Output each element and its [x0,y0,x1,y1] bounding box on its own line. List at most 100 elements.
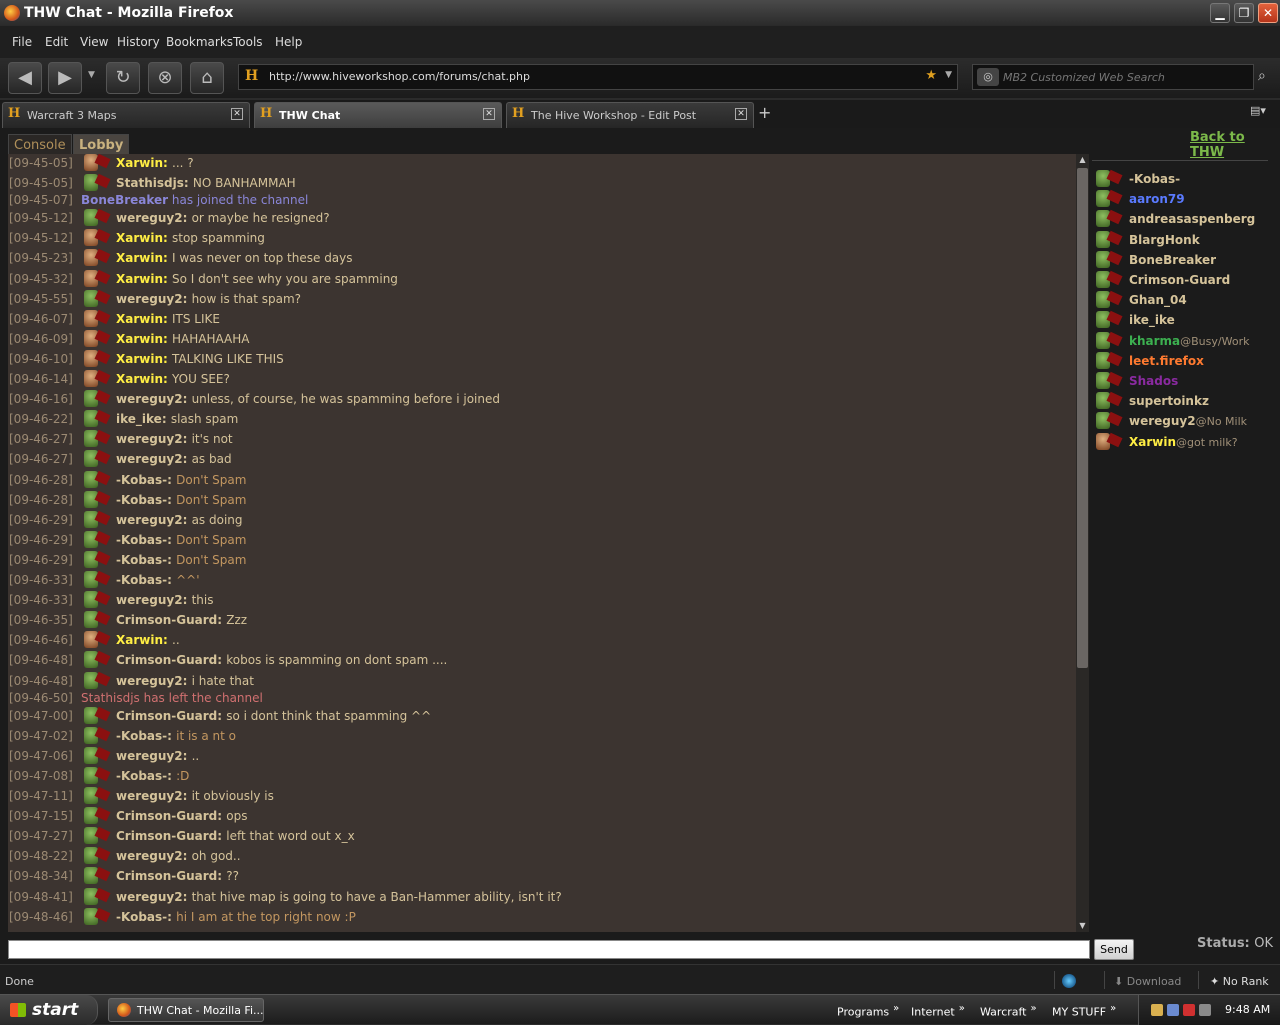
tab-console[interactable]: Console [8,134,72,156]
message-nick[interactable]: -Kobas-: ^^' [116,570,200,590]
maximize-button[interactable]: ❐ [1234,3,1254,23]
home-button[interactable]: ⌂ [190,62,224,94]
tab-close-icon[interactable]: ✕ [735,108,747,120]
menu-help[interactable]: Help [275,35,302,49]
user-list-item[interactable]: andreasaspenberg [1092,209,1268,229]
start-button[interactable]: start [0,995,98,1025]
tab-lobby[interactable]: Lobby [73,134,130,156]
user-list-item[interactable]: ike_ike [1092,310,1268,330]
message-nick[interactable]: Crimson-Guard: ?? [116,866,239,886]
url-dropdown-icon[interactable]: ▼ [945,70,952,80]
user-list-item[interactable]: leet.firefox [1092,351,1268,371]
tab-edit-post[interactable]: H The Hive Workshop - Edit Post ✕ [506,102,754,128]
message-nick[interactable]: -Kobas-: Don't Spam [116,550,246,570]
message-nick[interactable]: wereguy2: as bad [116,449,232,469]
message-nick[interactable]: wereguy2: oh god.. [116,846,241,866]
chat-message-input[interactable] [8,940,1090,959]
message-nick[interactable]: wereguy2: that hive map is going to have… [116,887,562,907]
close-window-button[interactable]: ✕ [1258,3,1278,23]
message-nick[interactable]: Xarwin: YOU SEE? [116,369,230,389]
toolbar-my-stuff[interactable]: MY STUFF» [1052,1003,1116,1019]
message-nick[interactable]: Crimson-Guard: Zzz [116,610,247,630]
user-list-item[interactable]: -Kobas- [1092,169,1268,189]
new-tab-plus-icon[interactable]: + [758,103,771,122]
user-list-item[interactable]: supertoinkz [1092,391,1268,411]
message-nick[interactable]: Xarwin: So I don't see why you are spamm… [116,269,398,289]
tab-close-icon[interactable]: ✕ [231,108,243,120]
list-all-tabs-icon[interactable]: ▤▾ [1250,104,1274,122]
message-nick[interactable]: wereguy2: i hate that [116,671,254,691]
stop-button[interactable]: ⊗ [148,62,182,94]
message-nick[interactable]: Xarwin: I was never on top these days [116,248,353,268]
tray-volume-icon[interactable] [1199,1004,1211,1016]
history-dropdown-icon[interactable]: ▼ [88,70,95,80]
message-nick[interactable]: Xarwin: stop spamming [116,228,265,248]
message-nick[interactable]: Crimson-Guard: ops [116,806,247,826]
search-magnifier-icon[interactable]: ⌕ [1258,68,1266,84]
message-nick[interactable]: wereguy2: unless, of course, he was spam… [116,389,500,409]
scroll-down-icon[interactable]: ▼ [1077,921,1088,931]
message-nick[interactable]: -Kobas-: Don't Spam [116,470,246,490]
scrollbar-thumb[interactable] [1077,168,1088,668]
back-to-thw-link[interactable]: Back to THW [1190,130,1280,160]
user-list-item[interactable]: kharma@Busy/Work [1092,331,1268,351]
message-nick[interactable]: wereguy2: as doing [116,510,243,530]
message-nick[interactable]: -Kobas-: Don't Spam [116,530,246,550]
ie-tab-icon[interactable] [1062,974,1076,988]
minimize-button[interactable]: ▁ [1210,3,1230,23]
message-nick[interactable]: wereguy2: it's not [116,429,233,449]
search-engine-icon[interactable]: ◎ [977,68,999,86]
message-nick[interactable]: -Kobas-: Don't Spam [116,490,246,510]
message-nick[interactable]: Crimson-Guard: so i dont think that spam… [116,706,431,726]
user-list-item[interactable]: wereguy2@No Milk [1092,411,1268,431]
menu-tools[interactable]: Tools [233,35,263,49]
user-list-item[interactable]: BlargHonk [1092,230,1268,250]
download-status[interactable]: ⬇ Download [1114,975,1181,988]
message-nick[interactable]: wereguy2: how is that spam? [116,289,301,309]
menu-bookmarks[interactable]: Bookmarks [166,35,233,49]
message-nick[interactable]: wereguy2: .. [116,746,199,766]
user-list-item[interactable]: aaron79 [1092,189,1268,209]
message-nick[interactable]: Xarwin: .. [116,630,180,650]
message-nick[interactable]: wereguy2: or maybe he resigned? [116,208,330,228]
message-nick[interactable]: Xarwin: HAHAHAAHA [116,329,249,349]
message-nick[interactable]: Crimson-Guard: left that word out x_x [116,826,355,846]
user-list-item[interactable]: Crimson-Guard [1092,270,1268,290]
user-list-item[interactable]: Ghan_04 [1092,290,1268,310]
message-nick[interactable]: Xarwin: ... ? [116,154,194,173]
message-nick[interactable]: wereguy2: it obviously is [116,786,274,806]
toolbar-programs[interactable]: Programs» [837,1003,899,1019]
message-nick[interactable]: -Kobas-: :D [116,766,189,786]
tray-network-icon[interactable] [1167,1004,1179,1016]
message-nick[interactable]: Crimson-Guard: kobos is spamming on dont… [116,650,447,670]
chat-scrollbar[interactable]: ▲ ▼ [1076,154,1089,932]
message-nick[interactable]: Stathisdjs: NO BANHAMMAH [116,173,296,193]
send-button[interactable]: Send [1094,939,1134,960]
taskbar-firefox-item[interactable]: THW Chat - Mozilla Fi... [108,998,264,1022]
bookmark-star-icon[interactable]: ★ [925,68,937,83]
message-nick[interactable]: ike_ike: slash spam [116,409,238,429]
user-list-item[interactable]: Shados [1092,371,1268,391]
back-button[interactable]: ◀ [8,62,42,94]
menu-edit[interactable]: Edit [45,35,68,49]
menu-view[interactable]: View [80,35,108,49]
user-list-item[interactable]: BoneBreaker [1092,250,1268,270]
toolbar-internet[interactable]: Internet» [911,1003,965,1019]
message-nick[interactable]: Xarwin: TALKING LIKE THIS [116,349,284,369]
search-input[interactable] [1003,69,1243,85]
tab-close-icon[interactable]: ✕ [483,108,495,120]
message-nick[interactable]: -Kobas-: it is a nt o [116,726,236,746]
user-list-item[interactable]: Xarwin@got milk? [1092,432,1268,452]
message-nick[interactable]: -Kobas-: hi I am at the top right now :P [116,907,356,927]
forward-button[interactable]: ▶ [48,62,82,94]
toolbar-warcraft[interactable]: Warcraft» [980,1003,1037,1019]
message-nick[interactable]: wereguy2: this [116,590,213,610]
menu-file[interactable]: File [12,35,32,49]
tab-warcraft-3-maps[interactable]: H Warcraft 3 Maps ✕ [2,102,250,128]
message-nick[interactable]: Xarwin: ITS LIKE [116,309,220,329]
reload-button[interactable]: ↻ [106,62,140,94]
url-bar[interactable]: H http://www.hiveworkshop.com/forums/cha… [238,64,958,90]
tray-antivirus-icon[interactable] [1183,1004,1195,1016]
tab-thw-chat[interactable]: H THW Chat ✕ [254,102,502,128]
scroll-up-icon[interactable]: ▲ [1077,155,1088,165]
